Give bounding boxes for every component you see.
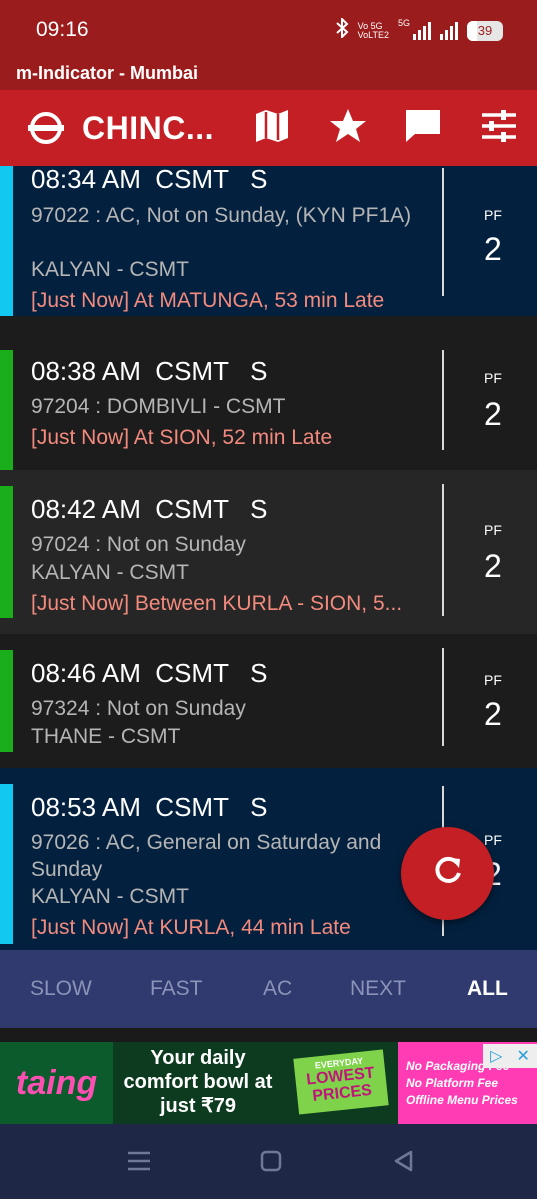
train-time: 08:46 AM CSMT S [31, 658, 268, 688]
settings-button[interactable] [479, 108, 519, 148]
battery-icon: 39 [467, 21, 503, 41]
ad-separator [0, 1028, 537, 1042]
train-type-bar [0, 166, 13, 316]
ad-offer: Offline Menu Prices [406, 1093, 518, 1107]
map-icon [254, 109, 290, 148]
train-type-bar [0, 650, 13, 752]
train-route: KALYAN - CSMT [31, 885, 189, 908]
close-ad-icon[interactable]: ✕ [517, 1046, 530, 1066]
fiveg-label: 5G [397, 18, 410, 28]
train-route: KALYAN - CSMT [31, 258, 189, 281]
battery-level: 39 [477, 23, 493, 38]
pf-label: PF [484, 207, 502, 223]
platform-number: 2 [484, 396, 502, 432]
ad-brand: taing [0, 1042, 113, 1124]
train-detail: 97024 : Not on Sunday [31, 533, 246, 556]
status-icons: Vo 5G VoLTE2 5G 39 [335, 16, 503, 44]
menu-icon [126, 1150, 152, 1177]
pf-label: PF [484, 522, 502, 538]
train-detail: 97324 : Not on Sunday [31, 697, 246, 720]
station-name[interactable]: CHINC... [82, 110, 214, 147]
sliders-icon [481, 109, 517, 147]
filter-tabbar: SLOW FAST AC NEXT ALL [0, 950, 537, 1028]
train-type-bar [0, 350, 13, 470]
signal-2-icon [440, 22, 458, 40]
bluetooth-icon [335, 16, 349, 44]
status-time: 09:16 [36, 18, 89, 41]
train-route: THANE - CSMT [31, 725, 181, 748]
refresh-icon [431, 854, 465, 893]
favorite-button[interactable] [328, 108, 368, 148]
pf-label: PF [484, 370, 502, 386]
ad-lowest-prices-badge: EVERYDAY LOWEST PRICES [293, 1049, 389, 1115]
platform-number: 2 [484, 696, 502, 732]
star-icon [329, 108, 367, 149]
pf-label: PF [484, 832, 502, 848]
train-live-status: [Just Now] Between KURLA - SION, 5... [31, 592, 403, 615]
app-title: m-Indicator - Mumbai [16, 63, 199, 83]
train-type-bar [0, 784, 13, 944]
train-live-status: [Just Now] At SION, 52 min Late [31, 426, 333, 449]
app-title-bar: m-Indicator - Mumbai [0, 56, 537, 90]
tab-fast[interactable]: FAST [150, 977, 203, 1001]
back-button[interactable] [388, 1148, 418, 1178]
rail-logo-icon [28, 110, 64, 146]
card-divider [442, 168, 444, 296]
status-bar: 09:16 Vo 5G VoLTE2 5G 39 [0, 0, 537, 56]
card-divider [442, 484, 444, 616]
train-card[interactable]: 08:34 AM CSMT S 97022 : AC, Not on Sunda… [0, 166, 537, 316]
tab-ac[interactable]: AC [263, 977, 292, 1001]
tab-slow[interactable]: SLOW [30, 977, 92, 1001]
train-card[interactable]: 08:38 AM CSMT S 97204 : DOMBIVLI - CSMT … [0, 332, 537, 470]
ad-badge-main: LOWEST PRICES [305, 1064, 376, 1106]
home-square-icon [260, 1150, 282, 1177]
card-divider [442, 350, 444, 450]
ad-banner[interactable]: taing Your daily comfort bowl at just ₹7… [0, 1042, 537, 1124]
refresh-button[interactable] [401, 827, 494, 920]
signal-1-icon [413, 22, 431, 40]
train-card[interactable]: 08:42 AM CSMT S 97024 : Not on Sunday KA… [0, 470, 537, 634]
tab-all[interactable]: ALL [467, 977, 508, 1001]
chat-icon [403, 108, 443, 149]
train-route: KALYAN - CSMT [31, 561, 189, 584]
train-live-status: [Just Now] At MATUNGA, 53 min Late [31, 289, 385, 312]
train-time: 08:42 AM CSMT S [31, 494, 268, 524]
platform-number: 2 [484, 231, 502, 267]
platform-number: 2 [484, 548, 502, 584]
volte-bottom: VoLTE2 [357, 30, 389, 40]
train-detail: 97026 : AC, General on Saturday and Sund… [31, 831, 382, 881]
train-type-bar [0, 486, 13, 618]
adchoices-icon[interactable]: ▷ [490, 1046, 502, 1066]
recents-button[interactable] [124, 1148, 154, 1178]
map-button[interactable] [252, 108, 292, 148]
train-detail: 97022 : AC, Not on Sunday, (KYN PF1A) [31, 204, 412, 227]
home-button[interactable] [256, 1148, 286, 1178]
train-card[interactable]: 08:46 AM CSMT S 97324 : Not on Sunday TH… [0, 634, 537, 768]
train-live-status: [Just Now] At KURLA, 44 min Late [31, 916, 351, 939]
ad-choices[interactable]: ▷ ✕ [483, 1044, 537, 1068]
volte-indicator: Vo 5G VoLTE2 [358, 22, 389, 40]
train-time: 08:38 AM CSMT S [31, 356, 268, 386]
train-time: 08:34 AM CSMT S [31, 166, 268, 194]
pf-label: PF [484, 672, 502, 688]
card-divider [442, 648, 444, 746]
ad-offer: No Platform Fee [406, 1076, 499, 1090]
chat-button[interactable] [403, 108, 443, 148]
system-navbar [0, 1124, 537, 1199]
train-detail: 97204 : DOMBIVLI - CSMT [31, 395, 286, 418]
toolbar: CHINC... [0, 90, 537, 166]
train-time: 08:53 AM CSMT S [31, 792, 268, 822]
ad-tagline: Your daily comfort bowl at just ₹79 [123, 1047, 273, 1117]
tab-next[interactable]: NEXT [350, 977, 406, 1001]
back-triangle-icon [392, 1149, 414, 1178]
